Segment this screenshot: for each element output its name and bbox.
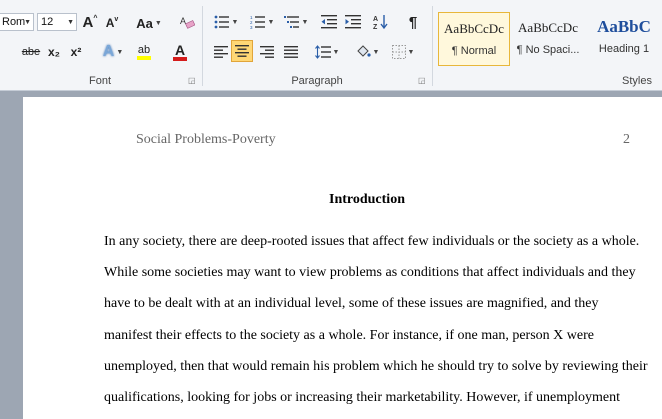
- font-color-button[interactable]: A: [168, 42, 192, 62]
- numbering-icon: 123: [250, 15, 265, 29]
- paragraph-group-label: Paragraph: [291, 75, 343, 87]
- page-number: 2: [623, 132, 630, 147]
- justify-icon: [284, 46, 298, 58]
- style-normal[interactable]: AaBbCcDc ¶ Normal: [438, 12, 510, 66]
- font-color-bar: [173, 56, 187, 61]
- multilevel-list-button[interactable]: ▼: [280, 12, 312, 32]
- paragraph-group: ▼ 1 2 3 ▼ ▼ AZ ¶ ▼ ▼ ▼ Paragraph ◲: [204, 0, 430, 90]
- borders-icon: [391, 45, 406, 59]
- font-size-combo[interactable]: 12 ▼: [37, 13, 77, 31]
- font-dialog-launcher-icon[interactable]: ◲: [188, 77, 196, 85]
- paragraph-dialog-launcher-icon[interactable]: ◲: [418, 77, 426, 85]
- sort-icon: AZ: [373, 15, 388, 30]
- change-case-label: Aa: [136, 15, 153, 31]
- paint-bucket-icon: [356, 45, 371, 57]
- subscript-button[interactable]: x₂: [46, 42, 62, 62]
- change-case-button[interactable]: Aa ▼: [136, 13, 162, 33]
- style-sample: AaBbCcDc: [444, 21, 504, 36]
- borders-button[interactable]: ▼: [388, 42, 418, 62]
- align-right-icon: [260, 46, 274, 58]
- font-group-label: Font: [88, 75, 111, 87]
- group-divider: [202, 6, 203, 86]
- group-divider: [432, 6, 433, 86]
- highlight-button[interactable]: ab: [132, 42, 156, 62]
- style-name: Heading 1: [598, 43, 650, 55]
- running-header: Social Problems-Poverty: [136, 132, 276, 147]
- styles-group: AaBbCcDc ¶ Normal AaBbCcDc ¶ No Spaci...…: [434, 0, 662, 90]
- text-effects-button[interactable]: A ▼: [102, 42, 124, 62]
- increase-indent-button[interactable]: [342, 12, 364, 32]
- highlight-color-bar: [137, 55, 151, 60]
- font-color-label: A: [174, 41, 186, 58]
- line-spacing-icon: [314, 45, 331, 59]
- decrease-indent-icon: [321, 15, 337, 29]
- body-line: While some societies may want to view pr…: [104, 265, 636, 280]
- increase-indent-icon: [345, 15, 361, 29]
- font-name-combo[interactable]: Rom ▼: [0, 13, 34, 31]
- body-line: In any society, there are deep-rooted is…: [104, 234, 640, 249]
- align-left-button[interactable]: [210, 42, 232, 62]
- multilevel-list-icon: [283, 16, 299, 28]
- clear-formatting-button[interactable]: A: [178, 12, 196, 32]
- justify-button[interactable]: [280, 42, 302, 62]
- align-left-icon: [214, 46, 228, 58]
- body-line: qualifications, looking for jobs or incr…: [104, 390, 621, 405]
- align-center-icon: [235, 45, 249, 57]
- style-name: ¶ Normal: [451, 45, 497, 57]
- styles-group-label: Styles: [622, 75, 652, 87]
- font-size-value: 12: [41, 16, 54, 28]
- style-heading-1[interactable]: AaBbC Heading 1: [586, 12, 662, 66]
- shading-button[interactable]: ▼: [352, 42, 382, 62]
- superscript-button[interactable]: x²: [68, 42, 84, 62]
- shrink-font-label: A: [105, 16, 115, 30]
- body-line: manifest their effects to the society as…: [104, 328, 594, 343]
- style-no-spacing[interactable]: AaBbCcDc ¶ No Spaci...: [512, 12, 584, 66]
- svg-text:3: 3: [250, 25, 253, 29]
- decrease-indent-button[interactable]: [318, 12, 340, 32]
- shrink-font-button[interactable]: Av: [104, 13, 120, 33]
- strikethrough-label: abe: [21, 46, 41, 58]
- highlight-label: ab: [137, 43, 151, 56]
- pilcrow-icon: ¶: [408, 13, 418, 31]
- section-heading: Introduction: [329, 192, 405, 207]
- svg-text:Z: Z: [373, 24, 378, 30]
- style-name: ¶ No Spaci...: [516, 44, 580, 56]
- strikethrough-button[interactable]: abe: [20, 42, 42, 62]
- align-right-button[interactable]: [256, 42, 278, 62]
- svg-text:A: A: [373, 16, 378, 23]
- grow-font-button[interactable]: A ^: [82, 12, 98, 32]
- superscript-label: x²: [70, 45, 82, 59]
- chevron-down-icon: ▼: [24, 18, 31, 26]
- style-sample: AaBbCcDc: [518, 20, 578, 35]
- align-center-button[interactable]: [231, 40, 253, 62]
- font-group: Rom ▼ 12 ▼ A ^ Av Aa ▼ A abe x₂ x² A ▼ a…: [0, 0, 200, 90]
- text-effects-label: A: [102, 43, 115, 60]
- body-line: have to be dealt with at an individual l…: [104, 296, 599, 311]
- numbering-button[interactable]: 1 2 3 ▼: [246, 12, 278, 32]
- show-formatting-marks-button[interactable]: ¶: [402, 12, 424, 32]
- grow-font-label: A: [82, 13, 94, 31]
- subscript-label: x₂: [47, 45, 60, 59]
- chevron-down-icon: ▼: [67, 18, 74, 26]
- style-sample: AaBbC: [597, 17, 651, 36]
- bullets-button[interactable]: ▼: [210, 12, 242, 32]
- bullets-icon: [214, 15, 229, 29]
- sort-button[interactable]: AZ: [370, 12, 392, 32]
- clear-formatting-icon: A: [180, 16, 195, 29]
- line-spacing-button[interactable]: ▼: [312, 42, 342, 62]
- svg-text:A: A: [180, 16, 186, 26]
- body-line: unemployed, then that would remain his p…: [104, 359, 648, 374]
- ribbon: Rom ▼ 12 ▼ A ^ Av Aa ▼ A abe x₂ x² A ▼ a…: [0, 0, 662, 91]
- font-name-value: Rom: [2, 16, 26, 28]
